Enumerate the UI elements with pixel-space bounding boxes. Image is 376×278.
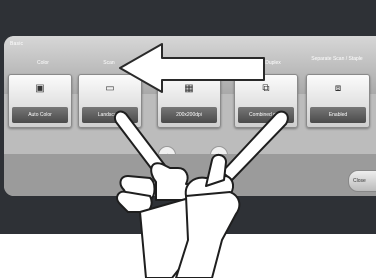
swipe-left-arrow-icon <box>119 43 265 93</box>
right-hand-icon <box>175 110 289 278</box>
gesture-overlay <box>114 43 289 278</box>
